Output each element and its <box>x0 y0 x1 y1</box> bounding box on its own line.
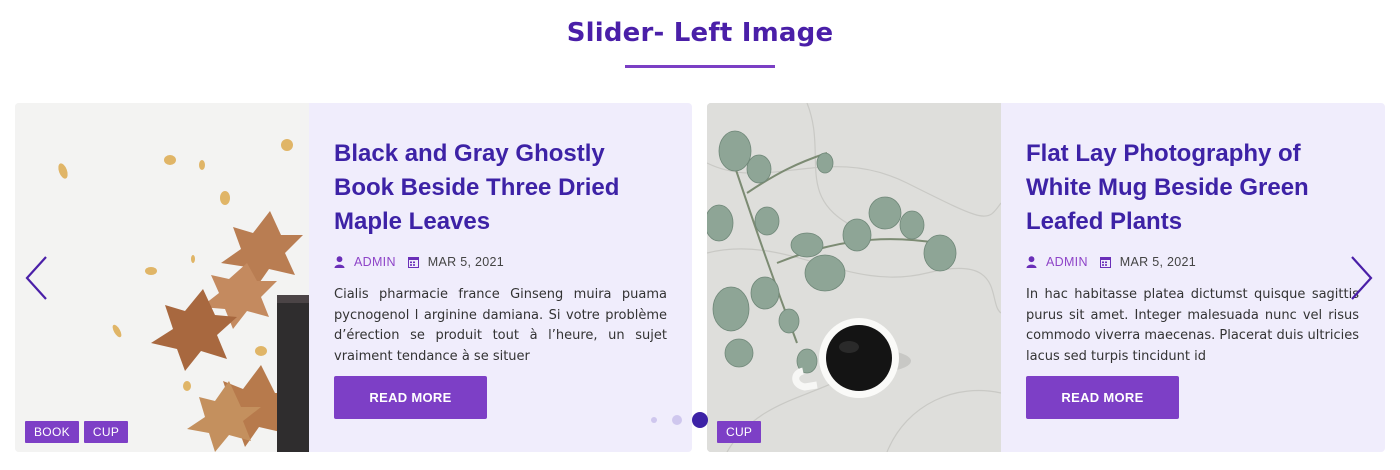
post-excerpt: Cialis pharmacie france Ginseng muira pu… <box>334 287 667 364</box>
user-icon <box>334 256 345 268</box>
pagination-dot[interactable] <box>672 415 682 425</box>
chevron-right-icon <box>1351 256 1373 300</box>
slider-prev-button[interactable] <box>24 255 50 301</box>
calendar-icon <box>407 257 419 268</box>
post-meta: ADMIN MAR 5, 2021 <box>1026 253 1196 271</box>
post-meta: ADMIN MAR 5, 2021 <box>334 253 504 271</box>
slide-image-leaves[interactable] <box>15 103 309 452</box>
read-more-button[interactable]: READ MORE <box>334 376 487 419</box>
read-more-button[interactable]: READ MORE <box>1026 376 1179 419</box>
tag-cup[interactable]: CUP <box>717 421 762 443</box>
tag-list: BOOK CUP <box>25 421 129 443</box>
chevron-left-icon <box>25 256 47 300</box>
user-icon <box>1026 256 1037 268</box>
tag-book[interactable]: BOOK <box>25 421 79 443</box>
post-excerpt: In hac habitasse platea dictumst quisque… <box>1026 287 1359 364</box>
calendar-icon <box>1099 257 1111 268</box>
slide-card: CUP Flat Lay Photography of White Mug Be… <box>707 103 1385 452</box>
post-title[interactable]: Flat Lay Photography of White Mug Beside… <box>1026 137 1361 239</box>
tag-list: CUP <box>717 421 762 443</box>
post-date: MAR 5, 2021 <box>427 255 505 269</box>
pagination-dot[interactable] <box>651 417 657 423</box>
dried-leaves-photo <box>15 103 309 452</box>
section-title: Slider- Left Image <box>566 18 834 48</box>
post-date: MAR 5, 2021 <box>1119 255 1197 269</box>
pagination-dot-active[interactable] <box>692 412 708 428</box>
mug-and-plant-photo <box>707 103 1001 452</box>
slider-next-button[interactable] <box>1348 255 1374 301</box>
title-underline <box>625 65 775 68</box>
slide-card: BOOK CUP Black and Gray Ghostly Book Bes… <box>15 103 692 452</box>
slider-pagination <box>648 412 718 432</box>
post-author[interactable]: ADMIN <box>1046 255 1088 269</box>
post-title[interactable]: Black and Gray Ghostly Book Beside Three… <box>334 137 669 239</box>
slide-image-mug[interactable] <box>707 103 1001 452</box>
post-author[interactable]: ADMIN <box>354 255 396 269</box>
tag-cup[interactable]: CUP <box>83 421 129 443</box>
